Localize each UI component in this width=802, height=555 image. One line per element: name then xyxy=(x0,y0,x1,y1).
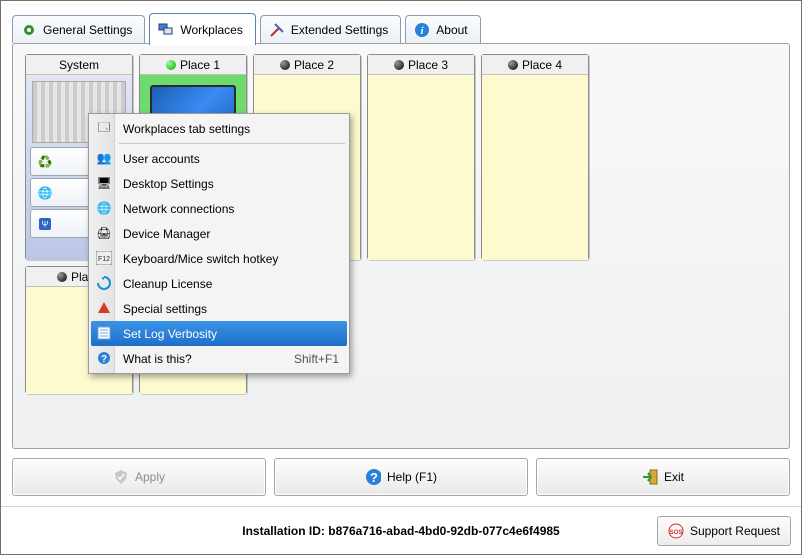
tab-label: About xyxy=(436,23,467,37)
help-icon: ? xyxy=(96,350,112,366)
button-row: Apply ? Help (F1) Exit xyxy=(12,458,790,496)
refresh-icon xyxy=(96,275,112,291)
help-button[interactable]: ? Help (F1) xyxy=(274,458,528,496)
device-icon: 🖨 xyxy=(96,225,112,241)
windows-icon: 🗔 xyxy=(96,120,112,136)
card-title: Place 3 xyxy=(408,58,448,72)
status-dot-inactive-icon xyxy=(508,60,518,70)
card-place-4[interactable]: Place 4 xyxy=(481,54,589,260)
button-label: Exit xyxy=(664,470,684,484)
svg-text:?: ? xyxy=(370,470,378,485)
apply-button[interactable]: Apply xyxy=(12,458,266,496)
card-title: Place 1 xyxy=(180,58,220,72)
users-icon: 👥 xyxy=(96,150,112,166)
svg-text:?: ? xyxy=(101,354,107,365)
tab-label: Extended Settings xyxy=(291,23,388,37)
recycle-icon: ♻️ xyxy=(37,154,53,170)
card-body xyxy=(482,75,588,260)
svg-text:F12: F12 xyxy=(98,256,110,263)
network-icon: 🌐 xyxy=(96,200,112,216)
menu-item-what-is-this[interactable]: ? What is this? Shift+F1 xyxy=(91,346,347,371)
help-icon: ? xyxy=(365,469,381,485)
install-id-value: b876a716-abad-4bd0-92db-077c4e6f4985 xyxy=(328,524,559,538)
card-header: Place 1 xyxy=(140,55,246,75)
status-dot-active-icon xyxy=(166,60,176,70)
card-place-3[interactable]: Place 3 xyxy=(367,54,475,260)
menu-label: Device Manager xyxy=(123,227,210,241)
shield-check-icon xyxy=(113,469,129,485)
gear-icon xyxy=(21,22,37,38)
card-header: Place 3 xyxy=(368,55,474,75)
card-header: System xyxy=(26,55,132,75)
tab-label: Workplaces xyxy=(180,23,242,37)
menu-item-set-log-verbosity[interactable]: Set Log Verbosity xyxy=(91,321,347,346)
tab-general-settings[interactable]: General Settings xyxy=(12,15,145,43)
menu-item-user-accounts[interactable]: 👥 User accounts xyxy=(91,146,347,171)
menu-item-network-connections[interactable]: 🌐 Network connections xyxy=(91,196,347,221)
card-header: Place 4 xyxy=(482,55,588,75)
menu-label: Cleanup License xyxy=(123,277,212,291)
card-body xyxy=(368,75,474,260)
info-icon: i xyxy=(414,22,430,38)
menu-label: Keyboard/Mice switch hotkey xyxy=(123,252,278,266)
menu-item-cleanup-license[interactable]: Cleanup License xyxy=(91,271,347,296)
sos-icon: SOS xyxy=(668,523,684,539)
menu-label: Special settings xyxy=(123,302,207,316)
tab-about[interactable]: i About xyxy=(405,15,480,43)
workplaces-icon xyxy=(158,22,174,38)
tab-workplaces[interactable]: Workplaces xyxy=(149,13,255,45)
warning-icon xyxy=(96,300,112,316)
svg-text:SOS: SOS xyxy=(670,530,683,536)
menu-item-desktop-settings[interactable]: 🖥 Desktop Settings xyxy=(91,171,347,196)
menu-separator xyxy=(119,143,345,144)
context-menu: 🗔 Workplaces tab settings 👥 User account… xyxy=(88,113,350,374)
exit-button[interactable]: Exit xyxy=(536,458,790,496)
menu-label: What is this? xyxy=(123,352,192,366)
button-label: Support Request xyxy=(690,524,780,538)
tab-extended-settings[interactable]: Extended Settings xyxy=(260,15,401,43)
button-label: Apply xyxy=(135,470,165,484)
bottom-strip: Installation ID: b876a716-abad-4bd0-92db… xyxy=(1,506,801,554)
tools-icon xyxy=(269,22,285,38)
support-request-button[interactable]: SOS Support Request xyxy=(657,516,791,546)
install-id-prefix: Installation ID: xyxy=(242,524,328,538)
exit-icon xyxy=(642,469,658,485)
tab-label: General Settings xyxy=(43,23,132,37)
installation-id-label: Installation ID: b876a716-abad-4bd0-92db… xyxy=(242,524,559,538)
menu-item-workplaces-tab-settings[interactable]: 🗔 Workplaces tab settings xyxy=(91,116,347,141)
status-dot-inactive-icon xyxy=(394,60,404,70)
menu-item-device-manager[interactable]: 🖨 Device Manager xyxy=(91,221,347,246)
status-dot-inactive-icon xyxy=(57,272,67,282)
card-title: Place 4 xyxy=(522,58,562,72)
button-label: Help (F1) xyxy=(387,470,437,484)
card-title: System xyxy=(59,58,99,72)
status-dot-inactive-icon xyxy=(280,60,290,70)
menu-item-special-settings[interactable]: Special settings xyxy=(91,296,347,321)
menu-label: Network connections xyxy=(123,202,234,216)
menu-label: Workplaces tab settings xyxy=(123,122,250,136)
monitor-icon: 🖥 xyxy=(96,175,112,191)
globe-icon: 🌐 xyxy=(37,185,53,201)
card-title: Place 2 xyxy=(294,58,334,72)
f12-key-icon: F12 xyxy=(96,250,112,266)
menu-item-keyboard-mice-hotkey[interactable]: F12 Keyboard/Mice switch hotkey xyxy=(91,246,347,271)
menu-shortcut: Shift+F1 xyxy=(294,352,339,366)
log-icon xyxy=(96,325,112,341)
usb-icon: Ψ xyxy=(37,216,53,232)
app-window: General Settings Workplaces Extended Set… xyxy=(0,0,802,555)
menu-label: User accounts xyxy=(123,152,200,166)
svg-text:Ψ: Ψ xyxy=(42,220,49,229)
tab-strip: General Settings Workplaces Extended Set… xyxy=(12,15,790,45)
menu-label: Desktop Settings xyxy=(123,177,214,191)
menu-label: Set Log Verbosity xyxy=(123,327,217,341)
card-header: Place 2 xyxy=(254,55,360,75)
